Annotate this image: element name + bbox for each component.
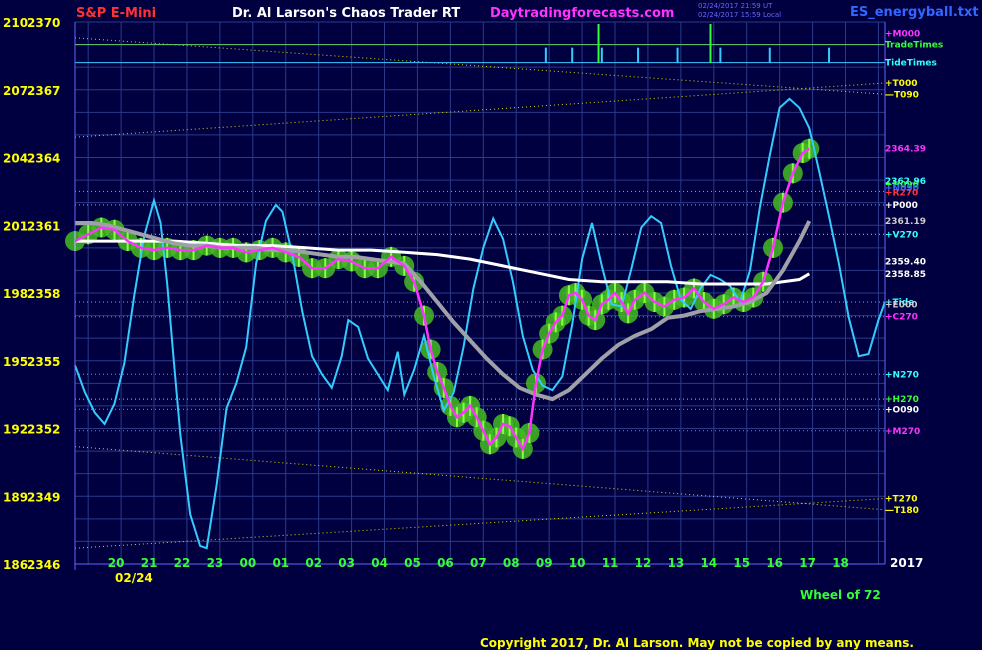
x-tick-label: 01 — [272, 556, 289, 570]
right-level-label: +H270 — [885, 395, 919, 405]
right-level-label: +E000 — [885, 300, 917, 310]
y-tick-label-left: 195 — [3, 355, 28, 369]
y-tick-label-right: 2346 — [27, 558, 60, 572]
x-tick-label: 06 — [437, 556, 454, 570]
x-tick-label: 10 — [569, 556, 586, 570]
y-tick-label-right: 2352 — [27, 423, 60, 437]
x-tick-label: 05 — [404, 556, 421, 570]
right-level-label: +O090 — [885, 405, 919, 415]
x-tick-label: 16 — [766, 556, 783, 570]
chart-title: Dr. Al Larson's Chaos Trader RT — [232, 6, 460, 21]
x-tick-label: 20 — [108, 556, 125, 570]
x-tick-label: 11 — [602, 556, 619, 570]
y-tick-label-left: 186 — [3, 558, 28, 572]
y-tick-label-right: 2364 — [27, 152, 60, 166]
copyright-label: Copyright 2017, Dr. Al Larson. May not b… — [480, 636, 914, 650]
y-tick-label-right: 2358 — [27, 287, 60, 301]
site-label: Daytradingforecasts.com — [490, 6, 674, 21]
chart-svg: 2102370207236720423642012361198235819523… — [0, 0, 982, 650]
x-tick-label: 23 — [207, 556, 224, 570]
x-tick-label: 09 — [536, 556, 553, 570]
right-level-label: —T180 — [885, 506, 919, 516]
right-level-label: —T090 — [885, 90, 919, 100]
x-tick-label: 14 — [700, 556, 717, 570]
y-tick-label-left: 207 — [3, 84, 28, 98]
right-level-label: +T270 — [885, 495, 917, 505]
x-tick-label: 17 — [799, 556, 816, 570]
date-label: 02/24 — [115, 571, 153, 585]
x-tick-label: 18 — [832, 556, 849, 570]
right-level-label: +T000 — [885, 79, 917, 89]
right-level-label: +C270 — [885, 313, 918, 323]
y-tick-label-left: 192 — [3, 423, 28, 437]
x-tick-label: 15 — [733, 556, 750, 570]
x-tick-label: 13 — [668, 556, 685, 570]
x-tick-label: 21 — [141, 556, 158, 570]
y-tick-label-left: 189 — [3, 490, 28, 504]
x-tick-label: 00 — [240, 556, 257, 570]
right-level-label: +R270 — [885, 189, 918, 199]
timestamp-local: 02/24/2017 15:59 Local — [698, 11, 781, 19]
year-label: 2017 — [890, 556, 923, 570]
y-tick-label-right: 2370 — [27, 16, 60, 30]
y-tick-label-right: 2367 — [27, 84, 60, 98]
symbol-label: S&P E-Mini — [76, 6, 156, 21]
x-tick-label: 22 — [174, 556, 191, 570]
right-level-label: 2364.39 — [885, 145, 926, 155]
y-tick-label-left: 210 — [3, 16, 28, 30]
y-tick-label-right: 2349 — [27, 490, 60, 504]
right-level-label: 2358.85 — [885, 270, 926, 280]
x-tick-label: 08 — [503, 556, 520, 570]
right-level-label: 2361.19 — [885, 217, 926, 227]
x-tick-label: 04 — [371, 556, 388, 570]
right-level-label: TradeTimes — [885, 41, 943, 51]
y-tick-label-right: 2361 — [27, 219, 60, 233]
x-tick-label: 12 — [635, 556, 652, 570]
x-tick-label: 07 — [470, 556, 487, 570]
y-tick-label-right: 2355 — [27, 355, 60, 369]
y-tick-label-left: 204 — [3, 152, 28, 166]
right-level-label: +P000 — [885, 201, 918, 211]
x-tick-label: 02 — [305, 556, 322, 570]
right-level-label: 2359.40 — [885, 257, 926, 267]
right-level-label: +N270 — [885, 370, 919, 380]
right-level-label: +V270 — [885, 230, 918, 240]
filename-label: ES_energyball.txt — [850, 5, 979, 20]
x-tick-label: 03 — [338, 556, 355, 570]
right-level-label: TideTimes — [885, 59, 937, 69]
timestamp-ut: 02/24/2017 21:59 UT — [698, 2, 773, 10]
y-tick-label-left: 201 — [3, 219, 28, 233]
y-tick-label-left: 198 — [3, 287, 28, 301]
chart-background — [0, 0, 982, 650]
right-level-label: +M000 — [885, 29, 920, 39]
wheel-label: Wheel of 72 — [800, 588, 881, 602]
right-level-label: +M270 — [885, 427, 920, 437]
